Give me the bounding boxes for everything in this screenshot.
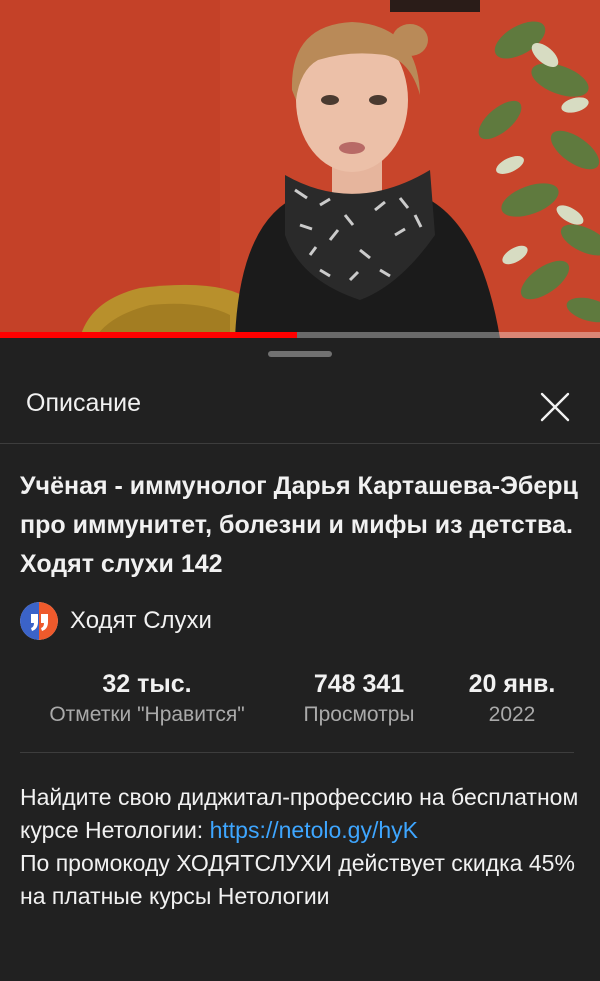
views-count: 748 341 [313, 670, 405, 698]
description-text: Найдите свою диджитал-профессию на беспл… [20, 781, 580, 913]
views-stat: 748 341 Просмотры [284, 668, 434, 730]
video-title: Учёная - иммунолог Дарья Карташева-Эберц… [20, 472, 578, 578]
likes-stat: 32 тыс. Отметки "Нравится" [30, 668, 264, 730]
date-stat: 20 янв. 2022 [452, 668, 572, 730]
drag-handle[interactable] [268, 351, 332, 357]
sheet-title: Описание [26, 389, 142, 417]
upload-year: 2022 [488, 703, 536, 726]
channel-row[interactable]: Ходят Слухи [20, 602, 212, 640]
video-frame [0, 0, 600, 338]
views-label: Просмотры [303, 703, 415, 726]
channel-avatar[interactable] [20, 602, 58, 640]
stats-row: 32 тыс. Отметки "Нравится" 748 341 Просм… [0, 668, 600, 730]
upload-date: 20 янв. [468, 670, 556, 698]
video-player[interactable] [0, 0, 600, 338]
channel-logo-icon [20, 602, 58, 640]
description-sheet: Описание Учёная - иммунолог Дарья Карташ… [0, 338, 600, 981]
channel-name[interactable]: Ходят Слухи [70, 607, 212, 635]
likes-count: 32 тыс. [102, 670, 192, 698]
description-promo: По промокоду ХОДЯТСЛУХИ действует скидка… [20, 850, 575, 909]
likes-label: Отметки "Нравится" [49, 703, 245, 726]
description-link[interactable]: https://netolo.gy/hyK [210, 817, 418, 843]
stats-divider [20, 752, 574, 753]
sheet-header: Описание [0, 375, 600, 443]
close-button[interactable] [536, 388, 574, 426]
close-icon [540, 392, 570, 422]
header-divider [0, 443, 600, 444]
